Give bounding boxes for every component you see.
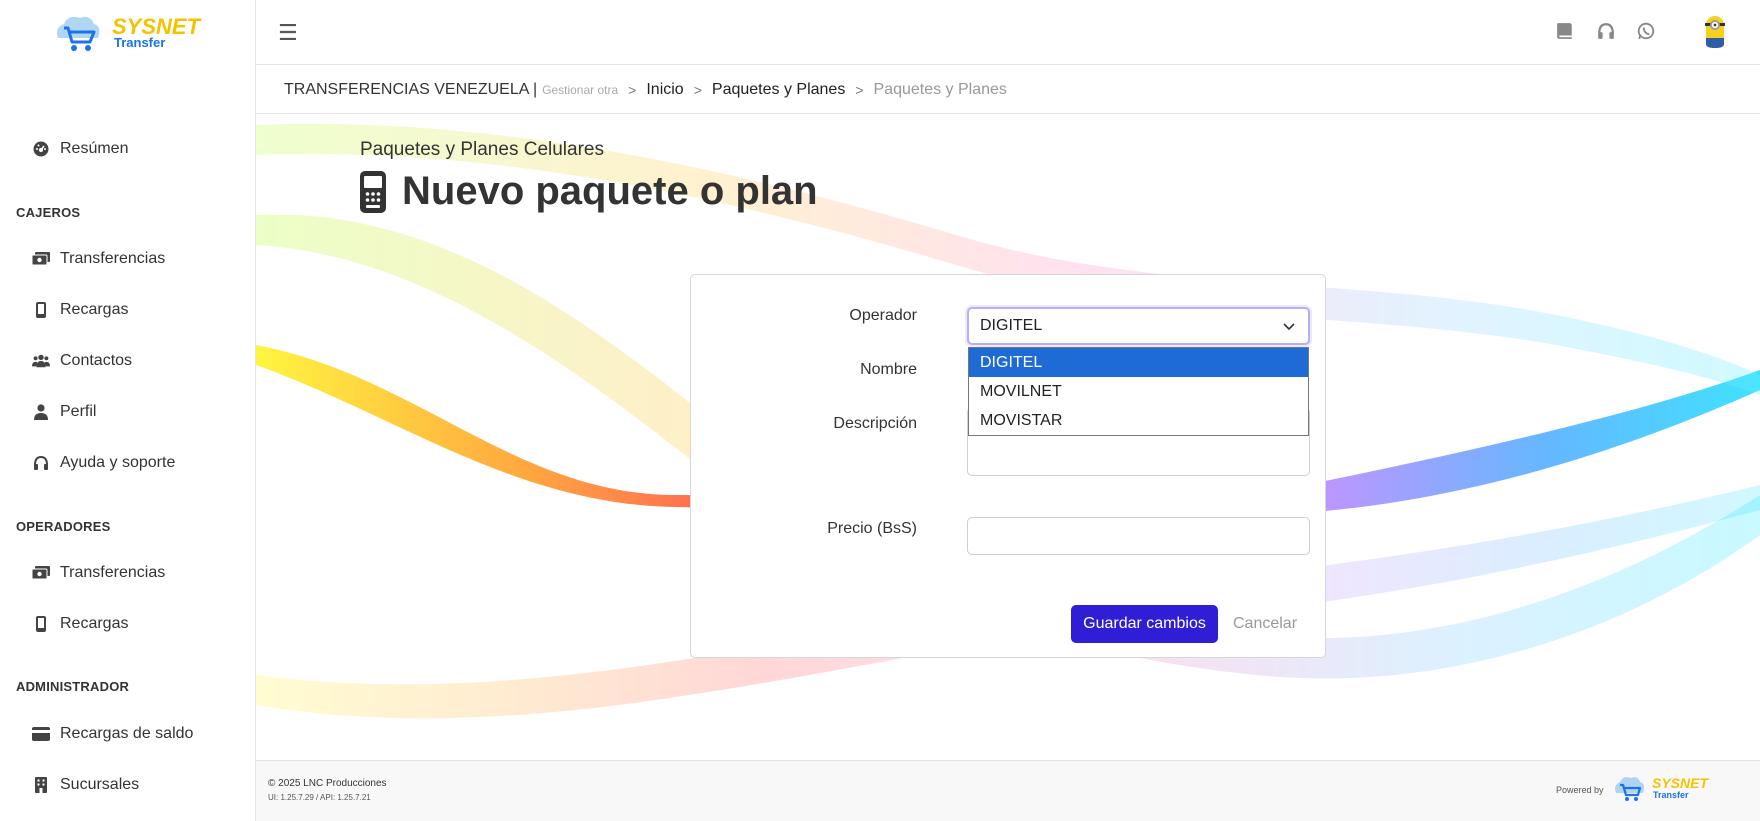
form-card: Operador DIGITEL DIGITEL MOVILNET MOVIST… [690,274,1326,658]
breadcrumb-separator: > [855,81,864,98]
sidebar: SYSNET Transfer Resúmen CAJEROS Transfer… [0,0,256,821]
sidebar-item-transferencias-operadores[interactable]: Transferencias [32,561,165,585]
main-content: Paquetes y Planes Celulares Nuevo paquet… [256,115,1760,760]
credit-card-icon [32,725,50,743]
book-icon[interactable] [1556,22,1574,40]
footer: © 2025 LNC Producciones UI: 1.25.7.29 / … [256,760,1760,821]
sysnet-logo-footer[interactable]: SYSNET Transfer [1612,773,1712,805]
whatsapp-icon[interactable] [1637,22,1655,40]
svg-text:SYSNET: SYSNET [1652,775,1709,791]
mobile-icon [32,615,50,633]
sysnet-logo[interactable]: SYSNET Transfer [52,12,202,56]
breadcrumb-current: Paquetes y Planes [873,80,1007,98]
mobile-phone-icon [360,170,386,213]
sidebar-item-recargas-operadores[interactable]: Recargas [32,612,128,636]
sidebar-item-transferencias[interactable]: Transferencias [32,247,165,271]
sidebar-item-label: Recargas [60,615,129,632]
user-icon [32,403,50,421]
copyright-text: © 2025 LNC Producciones [268,778,387,789]
svg-text:Transfer: Transfer [1653,790,1689,800]
sidebar-item-resumen[interactable]: Resúmen [32,137,128,161]
building-icon [32,776,50,794]
operator-label: Operador [849,307,917,324]
operator-option-digitel[interactable]: DIGITEL [969,348,1308,377]
sidebar-item-ayuda[interactable]: Ayuda y soporte [32,451,175,475]
page-title-row: Nuevo paquete o plan [360,169,818,214]
operator-select-value: DIGITEL [980,317,1043,334]
gauge-icon [32,140,50,158]
headset-icon [32,454,50,472]
money-icon [32,564,50,582]
section-heading-cajeros: CAJEROS [16,205,81,220]
section-heading-administrador: ADMINISTRADOR [16,679,130,694]
mobile-icon [32,301,50,319]
sidebar-item-label: Transferencias [60,250,166,267]
sidebar-item-contactos[interactable]: Contactos [32,349,132,373]
description-label: Descripción [833,415,917,432]
price-input[interactable] [967,517,1310,555]
operator-option-movilnet[interactable]: MOVILNET [969,377,1308,406]
sidebar-item-label: Transferencias [60,564,166,581]
name-label: Nombre [860,361,917,378]
svg-text:Transfer: Transfer [114,35,165,50]
sidebar-item-label: Contactos [60,352,133,369]
operator-dropdown: DIGITEL MOVILNET MOVISTAR [968,347,1309,436]
money-icon [32,250,50,268]
version-text: UI: 1.25.7.29 / API: 1.25.7.21 [268,793,371,802]
sidebar-item-label: Perfil [60,403,97,420]
sidebar-item-label: Recargas de saldo [60,725,194,742]
breadcrumb-company: TRANSFERENCIAS VENEZUELA | [284,80,538,98]
powered-by-text: Powered by [1556,785,1604,795]
breadcrumb: TRANSFERENCIAS VENEZUELA | Gestionar otr… [256,66,1760,114]
breadcrumb-inicio[interactable]: Inicio [646,81,683,99]
sidebar-item-perfil[interactable]: Perfil [32,400,96,424]
sidebar-item-label: Sucursales [60,776,140,793]
chevron-down-icon [1283,323,1295,331]
minion-avatar[interactable] [1702,14,1728,50]
sidebar-item-label: Ayuda y soporte [60,454,176,471]
breadcrumb-separator: > [628,81,637,98]
breadcrumb-paquetes[interactable]: Paquetes y Planes [712,81,845,99]
sidebar-item-label: Resúmen [60,140,129,157]
cancel-button[interactable]: Cancelar [1233,605,1297,643]
topbar: ☰ [256,0,1760,65]
users-icon [32,352,50,370]
operator-option-movistar[interactable]: MOVISTAR [969,406,1308,435]
operator-select[interactable]: DIGITEL [967,307,1310,345]
page-subtitle: Paquetes y Planes Celulares [360,139,604,160]
page-title: Nuevo paquete o plan [402,169,818,213]
breadcrumb-separator: > [693,81,702,98]
sidebar-item-label: Recargas [60,301,129,318]
manage-other-link[interactable]: Gestionar otra [542,83,618,97]
menu-toggle-icon[interactable]: ☰ [278,20,298,46]
section-heading-operadores: OPERADORES [16,519,111,534]
save-button[interactable]: Guardar cambios [1071,605,1218,643]
sidebar-item-recargas[interactable]: Recargas [32,298,128,322]
sidebar-item-recargas-saldo[interactable]: Recargas de saldo [32,722,193,746]
headset-icon[interactable] [1597,22,1615,40]
sidebar-item-sucursales[interactable]: Sucursales [32,773,139,797]
price-label: Precio (BsS) [827,520,917,537]
